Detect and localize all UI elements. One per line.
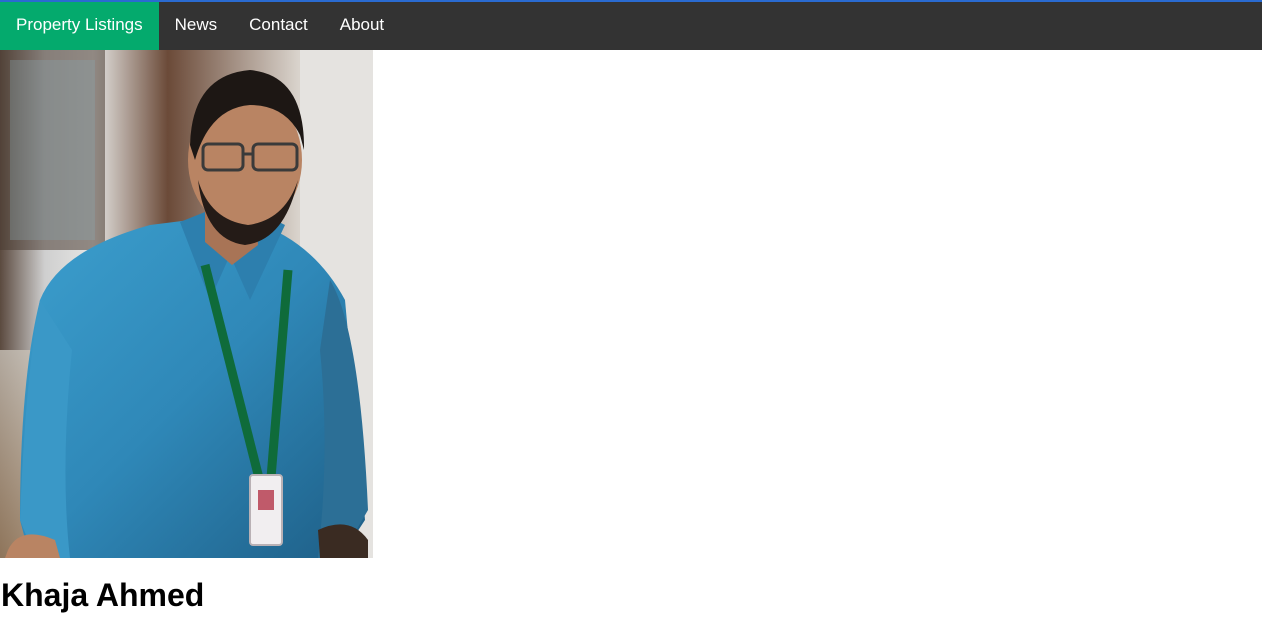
top-navigation-bar: Property Listings News Contact About [0, 0, 1262, 50]
nav-property-listings[interactable]: Property Listings [0, 2, 159, 50]
person-name-heading: Khaja Ahmed [1, 577, 205, 613]
profile-photo [0, 50, 373, 558]
nav-contact[interactable]: Contact [233, 2, 324, 50]
main-nav: Property Listings News Contact About [0, 2, 1262, 50]
nav-news[interactable]: News [159, 2, 234, 50]
nav-about[interactable]: About [324, 2, 400, 50]
